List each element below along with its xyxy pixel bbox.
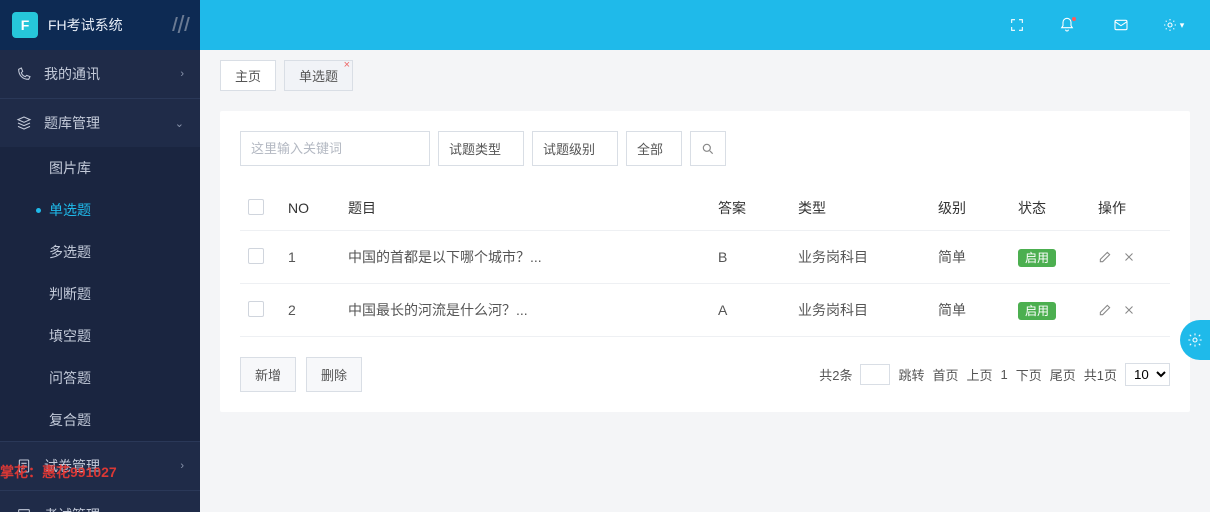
row-checkbox[interactable] bbox=[248, 248, 264, 264]
col-answer: 答案 bbox=[710, 186, 790, 231]
exam-icon bbox=[16, 507, 32, 512]
search-icon bbox=[701, 142, 715, 156]
sidebar-item-image-lib[interactable]: 图片库 bbox=[0, 147, 200, 189]
search-button[interactable] bbox=[690, 131, 726, 166]
cell-no: 1 bbox=[280, 231, 340, 284]
collapse-icon[interactable] bbox=[174, 17, 188, 33]
settings-icon[interactable]: ▾ bbox=[1158, 10, 1188, 40]
scope-select[interactable]: 全部 bbox=[626, 131, 682, 166]
doc-icon bbox=[16, 458, 32, 474]
pager-total: 共2条 bbox=[819, 365, 852, 384]
sidebar-item-qa[interactable]: 问答题 bbox=[0, 357, 200, 399]
app-title: FH考试系统 bbox=[48, 15, 123, 35]
edit-icon[interactable] bbox=[1098, 303, 1112, 317]
sidebar-group-label: 题库管理 bbox=[44, 113, 100, 133]
close-icon[interactable] bbox=[1122, 303, 1136, 317]
status-badge: 启用 bbox=[1018, 302, 1056, 320]
tab-single-choice[interactable]: 单选题× bbox=[284, 60, 353, 91]
close-icon[interactable] bbox=[1122, 250, 1136, 264]
top-header: F FH考试系统 ▾ bbox=[0, 0, 1210, 50]
fullscreen-icon[interactable] bbox=[1002, 10, 1032, 40]
table-row: 2中国最长的河流是什么河？...A业务岗科目简单启用 bbox=[240, 284, 1170, 337]
select-all-checkbox[interactable] bbox=[248, 199, 264, 215]
cell-title: 中国最长的河流是什么河？... bbox=[340, 284, 710, 337]
cell-type: 业务岗科目 bbox=[790, 284, 930, 337]
header-toolbar: ▾ bbox=[1002, 10, 1210, 40]
logo-icon: F bbox=[12, 12, 38, 38]
col-level: 级别 bbox=[930, 186, 1010, 231]
sidebar-group-label: 考试管理 bbox=[44, 505, 100, 512]
stack-icon bbox=[16, 115, 32, 131]
pager-next[interactable]: 下页 bbox=[1016, 365, 1042, 384]
cell-type: 业务岗科目 bbox=[790, 231, 930, 284]
filter-bar: 试题类型 试题级别 全部 bbox=[240, 131, 1170, 166]
pager-last[interactable]: 尾页 bbox=[1050, 365, 1076, 384]
tab-home[interactable]: 主页 bbox=[220, 60, 276, 91]
chevron-right-icon: › bbox=[180, 460, 184, 472]
sidebar-item-composite[interactable]: 复合题 bbox=[0, 399, 200, 441]
cell-level: 简单 bbox=[930, 231, 1010, 284]
sidebar-group-label: 我的通讯 bbox=[44, 64, 100, 84]
sidebar-group-contacts[interactable]: 我的通讯 › bbox=[0, 50, 200, 98]
gear-icon bbox=[1187, 332, 1203, 348]
col-type: 类型 bbox=[790, 186, 930, 231]
sidebar-item-multi-choice[interactable]: 多选题 bbox=[0, 231, 200, 273]
col-no: NO bbox=[280, 186, 340, 231]
content-panel: 试题类型 试题级别 全部 NO 题目 答案 类型 级别 状态 操作 1中国的首都… bbox=[220, 111, 1190, 412]
close-icon[interactable]: × bbox=[344, 59, 350, 71]
page-tabs: 主页 单选题× bbox=[200, 50, 1210, 91]
phone-icon bbox=[16, 66, 32, 82]
pager-jump-label[interactable]: 跳转 bbox=[898, 365, 924, 384]
search-input[interactable] bbox=[240, 131, 430, 166]
question-type-select[interactable]: 试题类型 bbox=[438, 131, 524, 166]
cell-level: 简单 bbox=[930, 284, 1010, 337]
bell-icon[interactable] bbox=[1054, 10, 1084, 40]
pager-jump-input[interactable] bbox=[860, 364, 890, 385]
sidebar-group-label: 试卷管理 bbox=[44, 456, 100, 476]
cell-answer: B bbox=[710, 231, 790, 284]
col-ops: 操作 bbox=[1090, 186, 1170, 231]
pager-prev[interactable]: 上页 bbox=[966, 365, 992, 384]
pager-current: 1 bbox=[1001, 367, 1008, 382]
delete-button[interactable]: 删除 bbox=[306, 357, 362, 392]
pager-first[interactable]: 首页 bbox=[932, 365, 958, 384]
table-row: 1中国的首都是以下哪个城市？...B业务岗科目简单启用 bbox=[240, 231, 1170, 284]
cell-answer: A bbox=[710, 284, 790, 337]
sidebar-item-single-choice[interactable]: 单选题 bbox=[0, 189, 200, 231]
pager: 共2条 跳转 首页 上页 1 下页 尾页 共1页 10 bbox=[819, 363, 1170, 386]
sidebar-item-judge[interactable]: 判断题 bbox=[0, 273, 200, 315]
chevron-down-icon: ⌄ bbox=[175, 117, 184, 130]
add-button[interactable]: 新增 bbox=[240, 357, 296, 392]
pager-size-select[interactable]: 10 bbox=[1125, 363, 1170, 386]
col-status: 状态 bbox=[1010, 186, 1090, 231]
logo-block: F FH考试系统 bbox=[0, 0, 200, 50]
sidebar-item-fill[interactable]: 填空题 bbox=[0, 315, 200, 357]
pager-pages: 共1页 bbox=[1084, 365, 1117, 384]
main-area: 主页 单选题× 试题类型 试题级别 全部 NO 题目 答案 类型 级别 状态 操… bbox=[200, 50, 1210, 512]
sidebar-submenu: 图片库 单选题 多选题 判断题 填空题 问答题 复合题 bbox=[0, 147, 200, 441]
edit-icon[interactable] bbox=[1098, 250, 1112, 264]
questions-table: NO 题目 答案 类型 级别 状态 操作 1中国的首都是以下哪个城市？...B业… bbox=[240, 186, 1170, 337]
sidebar: 我的通讯 › 题库管理 ⌄ 图片库 单选题 多选题 判断题 填空题 问答题 复合… bbox=[0, 50, 200, 512]
chevron-right-icon: › bbox=[180, 68, 184, 80]
question-level-select[interactable]: 试题级别 bbox=[532, 131, 618, 166]
mail-icon[interactable] bbox=[1106, 10, 1136, 40]
table-footer: 新增 删除 共2条 跳转 首页 上页 1 下页 尾页 共1页 10 bbox=[240, 357, 1170, 392]
cell-no: 2 bbox=[280, 284, 340, 337]
status-badge: 启用 bbox=[1018, 249, 1056, 267]
sidebar-group-question-bank[interactable]: 题库管理 ⌄ bbox=[0, 99, 200, 147]
sidebar-group-exam[interactable]: 考试管理 › bbox=[0, 491, 200, 512]
row-checkbox[interactable] bbox=[248, 301, 264, 317]
cell-title: 中国的首都是以下哪个城市？... bbox=[340, 231, 710, 284]
col-title: 题目 bbox=[340, 186, 710, 231]
sidebar-group-paper[interactable]: 试卷管理 › bbox=[0, 442, 200, 490]
